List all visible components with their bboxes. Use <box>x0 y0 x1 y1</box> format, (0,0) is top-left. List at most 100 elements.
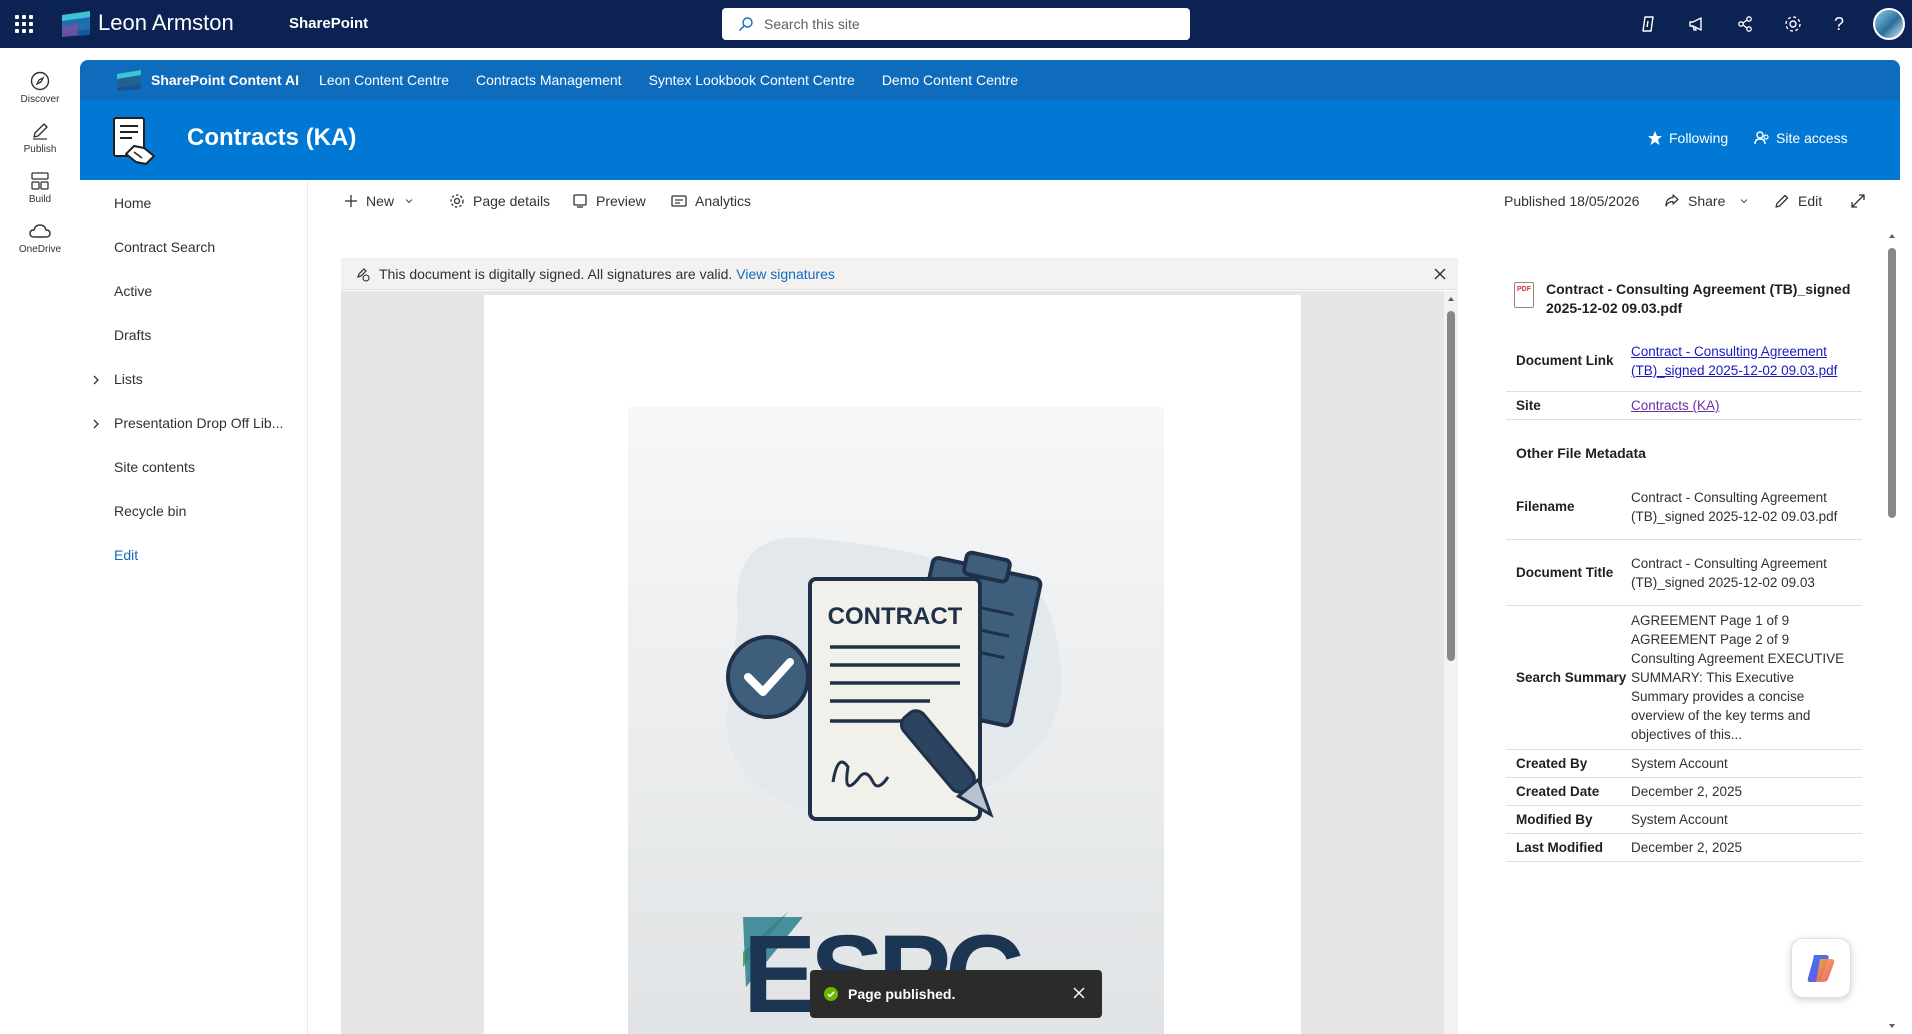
document-page: CONTRACT ESPC <box>484 295 1301 1034</box>
prop-value: December 2, 2025 <box>1631 784 1743 799</box>
following-button[interactable]: Following <box>1647 130 1728 146</box>
appbar-label: Discover <box>20 94 60 105</box>
prop-value: System Account <box>1631 812 1728 827</box>
contract-heading: CONTRACT <box>828 603 963 630</box>
hub-title[interactable]: SharePoint Content AI <box>151 72 299 88</box>
people-icon <box>1754 131 1769 145</box>
site-title[interactable]: Contracts (KA) <box>187 124 356 152</box>
new-label: New <box>366 193 395 209</box>
compass-icon <box>30 71 50 91</box>
gear-icon[interactable] <box>1781 12 1805 36</box>
nav-item-recycle-bin[interactable]: Recycle bin <box>114 503 186 519</box>
hub-link-demo-content-centre[interactable]: Demo Content Centre <box>882 72 1018 88</box>
avatar[interactable] <box>1873 8 1905 40</box>
nav-item-contract-search[interactable]: Contract Search <box>114 239 215 255</box>
signature-status-text: This document is digitally signed. All s… <box>379 265 733 282</box>
suite-bar: Leon Armston SharePoint Search this site… <box>0 0 1912 48</box>
site-access-button[interactable]: Site access <box>1754 130 1848 146</box>
appbar-publish[interactable]: Publish <box>0 120 80 168</box>
prop-value: AGREEMENT Page 1 of 9 AGREEMENT Page 2 o… <box>1631 613 1845 742</box>
megaphone-icon[interactable] <box>1685 12 1709 36</box>
site-link[interactable]: Contracts (KA) <box>1631 396 1851 415</box>
copilot-icon <box>1807 955 1835 982</box>
appbar-discover[interactable]: Discover <box>0 70 80 118</box>
page-scroll-thumb[interactable] <box>1888 248 1896 518</box>
copilot-button[interactable] <box>1791 938 1851 998</box>
chevron-down-icon <box>405 199 413 204</box>
star-icon <box>1648 131 1662 145</box>
nav-item-presentation-drop-off[interactable]: Presentation Drop Off Lib... <box>114 415 283 431</box>
appbar-onedrive[interactable]: OneDrive <box>0 220 80 268</box>
search-icon <box>739 17 753 31</box>
prop-row-document-link: Document Link Contract - Consulting Agre… <box>1506 330 1862 392</box>
close-icon[interactable] <box>1072 986 1086 1000</box>
app-name[interactable]: SharePoint <box>289 15 368 32</box>
page-scrollbar[interactable] <box>1886 228 1898 1034</box>
close-icon[interactable] <box>1432 266 1448 282</box>
prop-key: Filename <box>1516 499 1575 514</box>
site-logo-icon[interactable] <box>112 116 156 166</box>
hub-navigation: SharePoint Content AI Leon Content Centr… <box>80 60 1900 100</box>
copilot-sparkle-icon[interactable] <box>1637 12 1661 36</box>
prop-key: Last Modified <box>1516 840 1603 855</box>
page-details-button[interactable]: Page details <box>449 193 550 209</box>
nav-item-drafts[interactable]: Drafts <box>114 327 151 343</box>
prop-value: Contract - Consulting Agreement (TB)_sig… <box>1631 555 1827 590</box>
pdf-file-icon: PDF <box>1514 282 1534 308</box>
plus-icon <box>345 195 357 207</box>
scroll-up-icon[interactable] <box>1447 295 1455 303</box>
published-status: Published 18/05/2026 <box>1504 193 1640 209</box>
page-details-label: Page details <box>473 193 551 209</box>
scroll-up-icon[interactable] <box>1888 232 1896 240</box>
viewer-scrollbar[interactable] <box>1444 291 1458 1034</box>
prop-row-filename: Filename Contract - Consulting Agreement… <box>1506 474 1862 540</box>
cloud-icon <box>29 224 51 238</box>
viewer-scroll-thumb[interactable] <box>1447 311 1455 661</box>
hub-link-syntex-lookbook[interactable]: Syntex Lookbook Content Centre <box>649 72 855 88</box>
site-access-label: Site access <box>1776 130 1848 146</box>
checkmark-circle-icon <box>824 987 838 1001</box>
search-placeholder: Search this site <box>764 16 860 32</box>
view-signatures-link[interactable]: View signatures <box>736 266 835 282</box>
appbar-build[interactable]: Build <box>0 170 80 218</box>
edit-button[interactable]: Edit <box>1774 193 1822 209</box>
chevron-right-icon[interactable] <box>90 374 102 386</box>
hub-link-contracts-management[interactable]: Contracts Management <box>476 72 622 88</box>
nav-item-site-contents[interactable]: Site contents <box>114 459 195 475</box>
prop-row-created-date: Created Date December 2, 2025 <box>1506 778 1862 806</box>
prop-key: Modified By <box>1516 812 1593 827</box>
analytics-button[interactable]: Analytics <box>671 193 751 209</box>
share-network-icon[interactable] <box>1733 12 1757 36</box>
org-logo-icon <box>62 11 90 37</box>
nav-edit-link[interactable]: Edit <box>114 547 138 563</box>
document-viewer[interactable]: CONTRACT ESPC <box>341 291 1444 1034</box>
prop-value: Contract - Consulting Agreement (TB)_sig… <box>1631 489 1838 524</box>
prop-row-document-title: Document Title Contract - Consulting Agr… <box>1506 540 1862 606</box>
scroll-down-icon[interactable] <box>1888 1022 1896 1030</box>
prop-row-search-summary: Search Summary AGREEMENT Page 1 of 9 AGR… <box>1506 606 1862 750</box>
nav-item-home[interactable]: Home <box>114 195 151 211</box>
chevron-down-icon <box>1740 199 1748 204</box>
prop-value: December 2, 2025 <box>1631 840 1743 855</box>
signature-bar: This document is digitally signed. All s… <box>341 258 1458 290</box>
share-button[interactable]: Share <box>1664 193 1757 209</box>
search-input[interactable]: Search this site <box>722 8 1190 40</box>
prop-key: Created By <box>1516 756 1588 771</box>
org-name[interactable]: Leon Armston <box>98 10 234 36</box>
hub-link-leon-content-centre[interactable]: Leon Content Centre <box>319 72 449 88</box>
toast-message: Page published. <box>848 986 956 1002</box>
preview-button[interactable]: Preview <box>572 193 646 209</box>
app-launcher-icon[interactable] <box>12 12 36 36</box>
prop-key: Document Title <box>1516 565 1614 580</box>
other-metadata-heading: Other File Metadata <box>1516 445 1646 461</box>
preview-label: Preview <box>596 193 646 209</box>
new-button[interactable]: New <box>344 193 422 209</box>
appbar-label: Build <box>28 194 52 205</box>
help-icon[interactable]: ? <box>1827 12 1851 36</box>
nav-item-lists[interactable]: Lists <box>114 371 143 387</box>
chevron-right-icon[interactable] <box>90 418 102 430</box>
nav-item-active[interactable]: Active <box>114 283 152 299</box>
expand-button[interactable] <box>1850 193 1874 209</box>
file-title: Contract - Consulting Agreement (TB)_sig… <box>1546 281 1851 316</box>
document-link[interactable]: Contract - Consulting Agreement (TB)_sig… <box>1631 342 1851 380</box>
